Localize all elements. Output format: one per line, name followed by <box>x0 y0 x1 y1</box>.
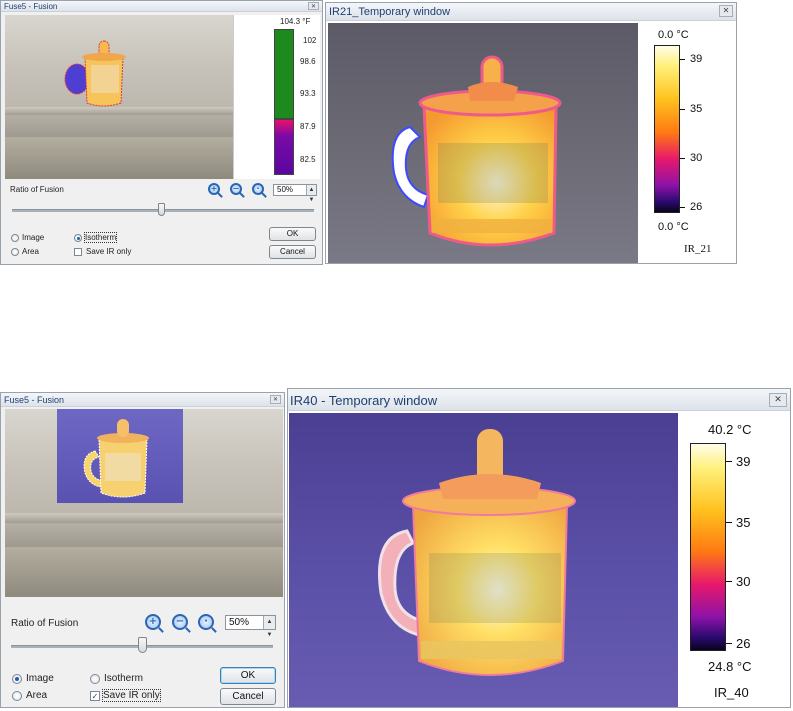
top-radio-isotherm-label[interactable]: Isotherm <box>83 232 118 243</box>
top-ok-button[interactable]: OK <box>269 227 316 241</box>
top-radio-area-label[interactable]: Area <box>22 247 39 256</box>
top-radio-image[interactable] <box>11 234 19 242</box>
bottom-zoom-in-icon[interactable]: + <box>145 614 161 630</box>
bottom-zoom-down-arrow-icon[interactable]: ▼ <box>264 629 275 642</box>
bottom-fusion-slider-thumb[interactable] <box>138 637 147 653</box>
top-zoom-fit-icon[interactable]: · <box>252 183 264 195</box>
bottom-zoom-fit-icon[interactable]: · <box>198 614 214 630</box>
top-scale-tick-0: 102 <box>303 36 317 45</box>
bottom-fusion-titlebar[interactable]: Fuse5 - Fusion ✕ <box>1 393 284 407</box>
bottom-zoom-up-arrow-icon[interactable]: ▲ <box>264 616 275 629</box>
top-fusion-close-icon[interactable]: ✕ <box>308 2 319 10</box>
bottom-legend-min-label: 24.8 °C <box>708 659 752 674</box>
bottom-fusion-window: Fuse5 - Fusion ✕ Ratio of Fusion + − · 5… <box>0 392 285 708</box>
bottom-legend-tick-39: 39 <box>736 454 751 469</box>
top-zoom-up-arrow-icon[interactable]: ▲ <box>307 185 316 195</box>
top-ir-thermal-image <box>328 23 638 263</box>
top-scale-tick-3: 87.9 <box>300 122 316 131</box>
bottom-legend-caption: IR_40 <box>714 685 749 700</box>
top-ir-title: IR21_Temporary window <box>329 6 451 18</box>
bottom-fusion-preview <box>5 409 283 597</box>
bottom-ir-window: IR40 - Temporary window ✕ 40.2 °C 39 35 … <box>287 388 791 708</box>
top-legend-caption: IR_21 <box>684 243 712 255</box>
top-legend-tick-30: 30 <box>690 152 703 164</box>
top-fusion-preview <box>5 15 233 179</box>
bottom-fusion-close-icon[interactable]: ✕ <box>270 395 281 404</box>
top-ir-close-icon[interactable]: ✕ <box>719 5 733 17</box>
top-temperature-scale: 104.3 °F 102 98.6 93.3 87.9 82.5 <box>233 15 320 179</box>
top-ir-cup-thermal <box>391 55 562 247</box>
top-radio-image-label[interactable]: Image <box>22 233 44 242</box>
bottom-ir-title: IR40 - Temporary window <box>290 393 438 408</box>
top-radio-isotherm[interactable] <box>74 234 82 242</box>
bottom-radio-image-label[interactable]: Image <box>26 673 54 684</box>
top-zoom-in-icon[interactable]: + <box>208 183 220 195</box>
top-scale-tick-2: 93.3 <box>300 89 316 98</box>
top-scale-lower-bar <box>274 119 294 175</box>
bottom-radio-isotherm-label[interactable]: Isotherm <box>104 673 143 684</box>
bottom-radio-image[interactable] <box>12 674 22 684</box>
top-scale-tick-1: 98.6 <box>300 57 316 66</box>
top-scale-tick-4: 82.5 <box>300 155 316 164</box>
top-fusion-slider-thumb[interactable] <box>158 203 165 216</box>
bottom-fusion-title: Fuse5 - Fusion <box>4 395 65 405</box>
bottom-legend-tick-30: 30 <box>736 574 751 589</box>
top-cancel-button[interactable]: Cancel <box>269 245 316 259</box>
top-fusion-titlebar[interactable]: Fuse5 - Fusion ✕ <box>1 1 322 12</box>
bottom-radio-area[interactable] <box>12 691 22 701</box>
bottom-save-ir-label[interactable]: Save IR only <box>102 689 161 702</box>
bottom-zoom-spinbox[interactable]: 50% ▲ ▼ <box>225 615 276 638</box>
bottom-legend-tick-35: 35 <box>736 515 751 530</box>
bottom-ir-legend: 40.2 °C 39 35 30 26 24.8 °C IR_40 <box>678 413 790 707</box>
top-zoom-value: 50% <box>277 185 294 194</box>
top-ir-titlebar[interactable]: IR21_Temporary window ✕ <box>326 3 736 21</box>
top-scale-top-label: 104.3 °F <box>280 17 311 26</box>
bottom-legend-color-bar <box>690 443 726 651</box>
bottom-ir-thermal-image <box>289 413 678 707</box>
top-zoom-out-icon[interactable]: − <box>230 183 242 195</box>
bottom-zoom-out-icon[interactable]: − <box>172 614 188 630</box>
top-cup-isotherm-overlay <box>64 40 126 107</box>
top-ir-legend: 0.0 °C 39 35 30 26 0.0 °C IR_21 <box>638 23 736 263</box>
bottom-legend-tick-26: 26 <box>736 636 751 651</box>
top-ratio-label: Ratio of Fusion <box>10 185 64 194</box>
top-zoom-down-arrow-icon[interactable]: ▼ <box>307 195 316 205</box>
top-zoom-spinbox[interactable]: 50% ▲ ▼ <box>273 184 317 203</box>
top-save-ir-checkbox[interactable] <box>74 248 82 256</box>
top-ir-window: IR21_Temporary window ✕ 0.0 °C 39 35 30 … <box>325 2 737 264</box>
top-legend-color-bar <box>654 45 680 213</box>
top-save-ir-label[interactable]: Save IR only <box>86 247 131 256</box>
bottom-ir-titlebar[interactable]: IR40 - Temporary window ✕ <box>288 389 790 411</box>
top-fusion-window: Fuse5 - Fusion ✕ 104.3 °F 102 98.6 93.3 … <box>0 0 323 265</box>
bottom-ratio-label: Ratio of Fusion <box>11 618 79 629</box>
bottom-save-ir-checkbox[interactable]: ✓ <box>90 691 100 701</box>
bottom-cup-overlay <box>83 419 149 498</box>
top-scale-upper-bar <box>274 29 294 119</box>
bottom-ir-cup-thermal <box>377 429 576 676</box>
bottom-radio-isotherm[interactable] <box>90 674 100 684</box>
bottom-ok-button[interactable]: OK <box>220 667 276 684</box>
bottom-cancel-button[interactable]: Cancel <box>220 688 276 705</box>
top-legend-tick-26: 26 <box>690 201 703 213</box>
bottom-radio-area-label[interactable]: Area <box>26 690 47 701</box>
top-legend-tick-35: 35 <box>690 103 703 115</box>
top-legend-tick-39: 39 <box>690 53 703 65</box>
bottom-zoom-value: 50% <box>229 617 250 628</box>
bottom-legend-max-label: 40.2 °C <box>708 422 752 437</box>
bottom-ir-close-icon[interactable]: ✕ <box>769 393 787 407</box>
top-radio-area[interactable] <box>11 248 19 256</box>
top-fusion-title: Fuse5 - Fusion <box>4 2 58 11</box>
top-legend-max-label: 0.0 °C <box>658 29 689 41</box>
top-legend-min-label: 0.0 °C <box>658 221 689 233</box>
